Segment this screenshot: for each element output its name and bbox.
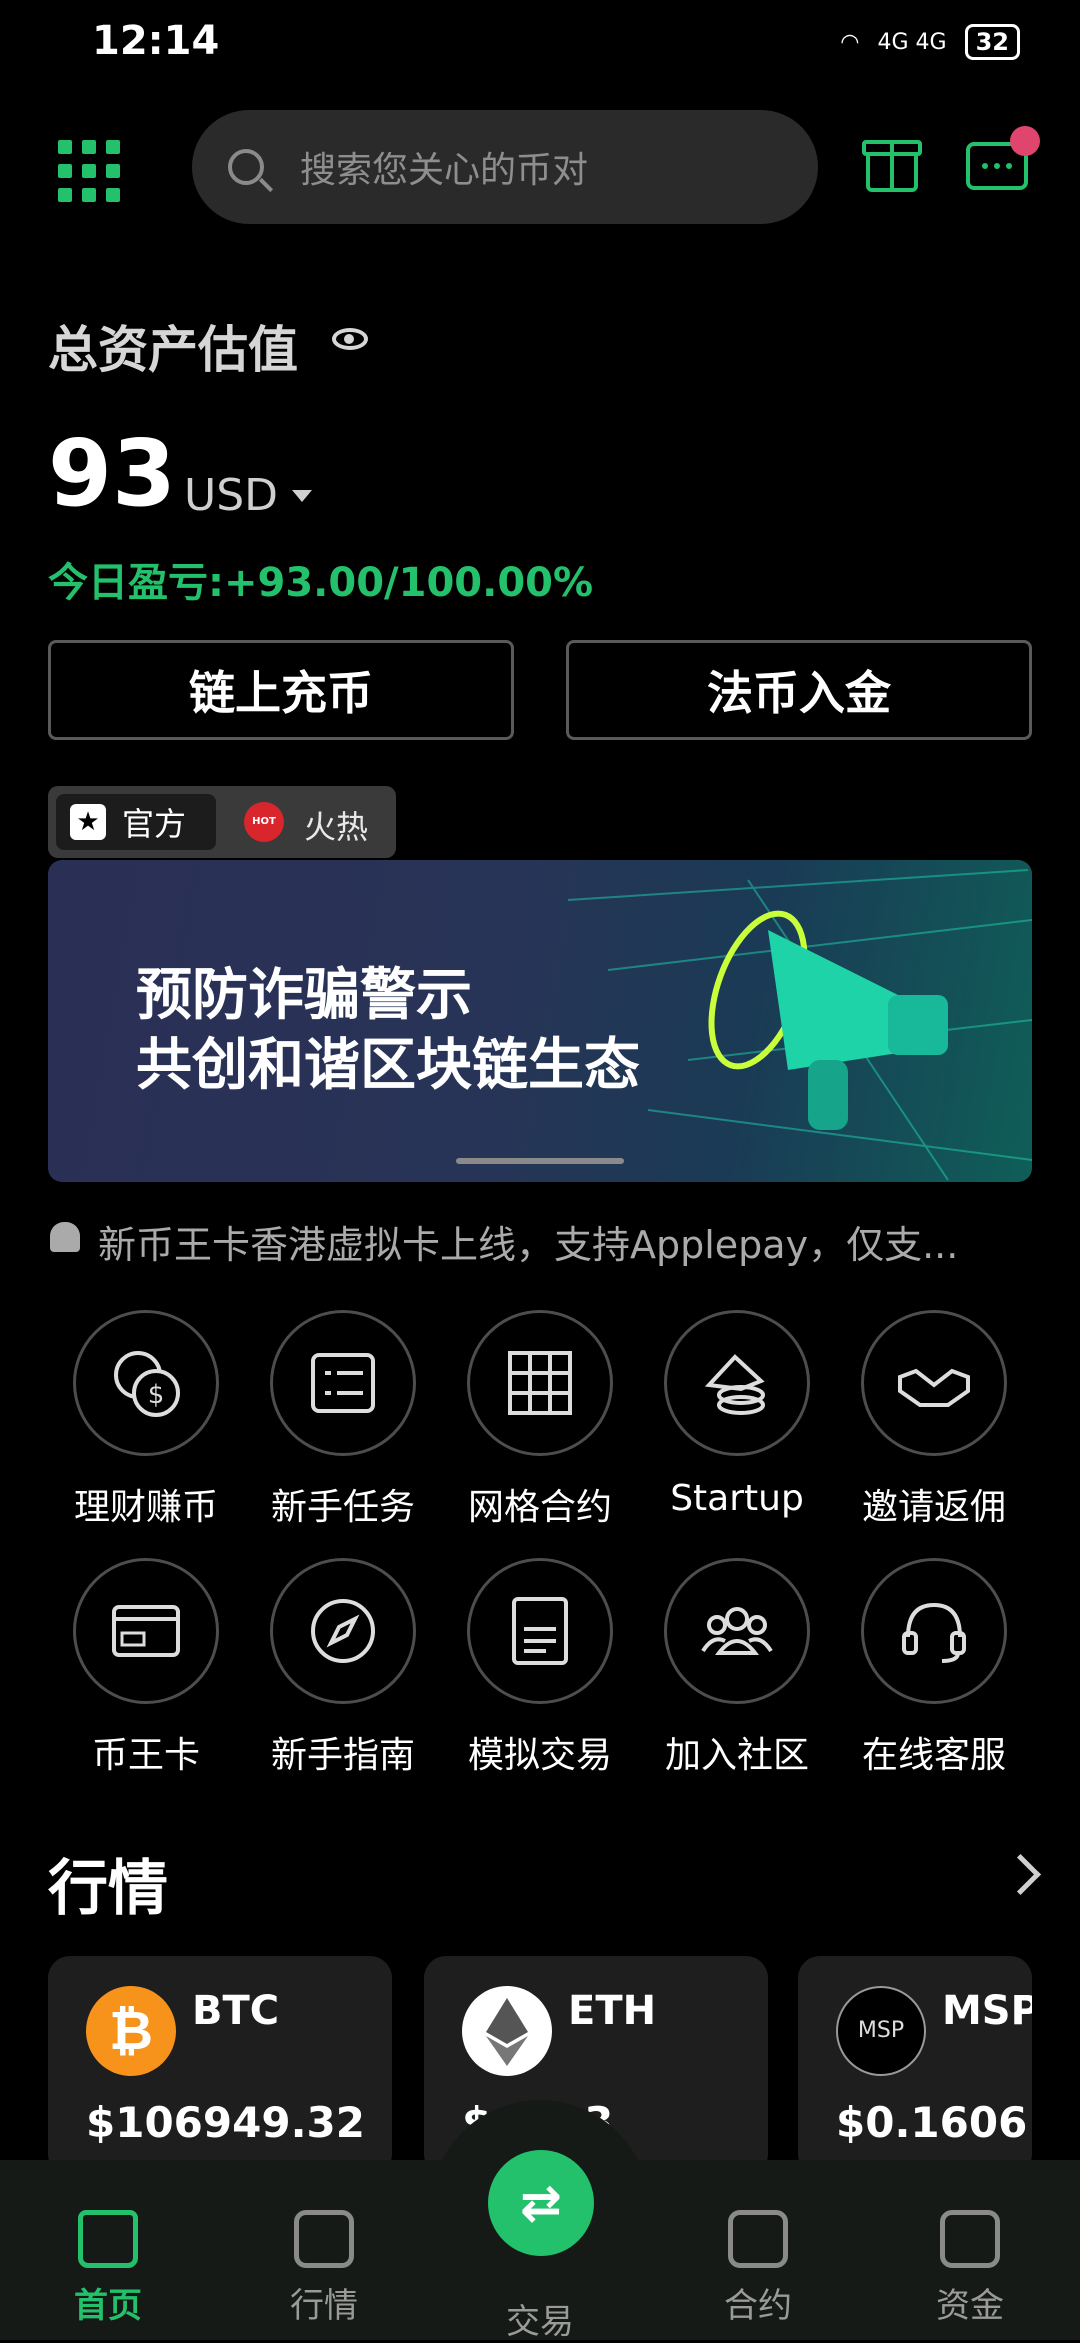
banner-title-line1: 预防诈骗警示	[136, 963, 472, 1028]
shortcut-guide[interactable]: 新手指南	[268, 1558, 418, 1778]
coin-price: $0.1606	[836, 2098, 1028, 2147]
battery-icon: 32	[964, 24, 1020, 60]
shortcut-startup[interactable]: Startup	[662, 1310, 812, 1519]
tab-home[interactable]: 首页	[38, 2210, 178, 2327]
shortcut-label: Startup	[670, 1478, 804, 1519]
bell-icon	[50, 1222, 80, 1252]
announcement-ticker[interactable]: 新币王卡香港虚拟卡上线，支持Applepay，仅支...	[98, 1214, 1028, 1269]
document-icon	[512, 1597, 568, 1665]
coin-price: $106949.32	[86, 2098, 365, 2147]
shortcut-label: 网格合约	[467, 1487, 612, 1528]
fiat-deposit-button[interactable]: 法币入金	[566, 640, 1032, 740]
shortcut-label: 新手任务	[270, 1487, 415, 1528]
tab-market[interactable]: 行情	[254, 2210, 394, 2327]
contract-icon	[728, 2210, 788, 2268]
market-card-msp[interactable]: MSP MSP $0.1606	[798, 1956, 1032, 2176]
signal-icon: 4G 4G	[877, 29, 947, 55]
shortcut-label: 邀请返佣	[861, 1487, 1006, 1528]
shortcut-grid-contract[interactable]: 网格合约	[465, 1310, 615, 1530]
btc-logo-icon: ₿	[86, 1986, 176, 2076]
home-icon	[78, 2210, 138, 2268]
shortcut-label: 在线客服	[861, 1735, 1006, 1776]
shortcut-coin-card[interactable]: 币王卡	[71, 1558, 221, 1778]
promo-banner[interactable]: 预防诈骗警示 共创和谐区块链生态	[48, 860, 1032, 1182]
wifi-icon: ◠	[840, 29, 860, 55]
search-input[interactable]: 搜索您关心的币对	[300, 141, 588, 193]
task-list-icon	[311, 1353, 375, 1413]
shortcut-earn[interactable]: $ 理财赚币	[71, 1310, 221, 1530]
tab-label: 资金	[936, 2286, 1004, 2326]
compass-icon	[311, 1599, 375, 1663]
asset-title: 总资产估值	[48, 321, 298, 379]
card-icon	[112, 1605, 180, 1657]
gift-icon[interactable]	[862, 140, 922, 192]
hot-icon: HOT	[244, 802, 284, 842]
search-bar[interactable]: 搜索您关心的币对	[192, 110, 818, 224]
tab-label: 交易	[506, 2302, 574, 2342]
trade-button[interactable]: ⇄	[488, 2150, 594, 2256]
banner-tabs: ★ 官方 HOT 火热	[48, 786, 396, 858]
tab-label: 合约	[724, 2286, 792, 2326]
notification-dot	[1010, 126, 1040, 156]
asset-value: 93	[48, 420, 177, 527]
shortcut-label: 新手指南	[270, 1735, 415, 1776]
wallet-icon	[940, 2210, 1000, 2268]
shortcut-label: 模拟交易	[467, 1735, 612, 1776]
search-icon	[228, 149, 264, 185]
tab-official-label: 官方	[122, 805, 187, 843]
community-icon	[701, 1607, 773, 1655]
shortcut-newbie-tasks[interactable]: 新手任务	[268, 1310, 418, 1530]
coin-symbol: ETH	[568, 1988, 657, 2034]
chevron-right-icon[interactable]	[999, 1853, 1042, 1896]
market-section-title: 行情	[48, 1854, 168, 1924]
tab-hot[interactable]: 火热	[304, 802, 368, 848]
eye-icon[interactable]	[332, 328, 368, 350]
banner-title-line2: 共创和谐区块链生态	[136, 1033, 640, 1098]
startup-stack-icon	[704, 1354, 765, 1415]
shortcut-referral[interactable]: 邀请返佣	[859, 1310, 1009, 1530]
shortcut-support[interactable]: 在线客服	[859, 1558, 1009, 1778]
msp-logo-icon: MSP	[836, 1986, 926, 2076]
tab-official[interactable]: ★ 官方	[56, 794, 216, 850]
svg-text:$: $	[148, 1380, 165, 1410]
eth-logo-icon	[462, 1986, 552, 2076]
handshake-icon	[898, 1368, 970, 1407]
tab-label: 行情	[290, 2286, 358, 2326]
grid-contract-icon	[508, 1351, 572, 1415]
tab-funds[interactable]: 资金	[900, 2210, 1040, 2327]
tab-trade[interactable]: 交易	[470, 2284, 610, 2343]
shortcut-community[interactable]: 加入社区	[662, 1558, 812, 1778]
headset-icon	[902, 1602, 966, 1663]
app-grid-icon[interactable]	[58, 140, 120, 202]
chain-deposit-button[interactable]: 链上充币	[48, 640, 514, 740]
carousel-indicator	[456, 1158, 624, 1164]
market-card-btc[interactable]: ₿ BTC $106949.32	[48, 1956, 392, 2176]
market-icon	[294, 2210, 354, 2268]
daily-pnl: 今日盈亏:+93.00/100.00%	[48, 560, 594, 606]
tab-label: 首页	[74, 2286, 142, 2326]
swap-arrows-icon: ⇄	[520, 2174, 562, 2232]
shortcut-label: 币王卡	[91, 1735, 200, 1776]
shortcut-label: 理财赚币	[73, 1487, 218, 1528]
status-icons: ◠ 4G 4G 32	[840, 24, 1020, 60]
caret-down-icon[interactable]	[292, 490, 312, 502]
coin-symbol: MSP	[942, 1988, 1032, 2034]
megaphone-icon	[708, 910, 948, 1130]
star-icon: ★	[70, 804, 106, 840]
tab-contract[interactable]: 合约	[688, 2210, 828, 2327]
shortcut-label: 加入社区	[664, 1735, 809, 1776]
shortcut-demo-trading[interactable]: 模拟交易	[465, 1558, 615, 1778]
coins-icon: $	[114, 1351, 180, 1417]
coin-symbol: BTC	[192, 1988, 280, 2034]
status-time: 12:14	[92, 18, 220, 64]
currency-select[interactable]: USD	[184, 470, 278, 521]
